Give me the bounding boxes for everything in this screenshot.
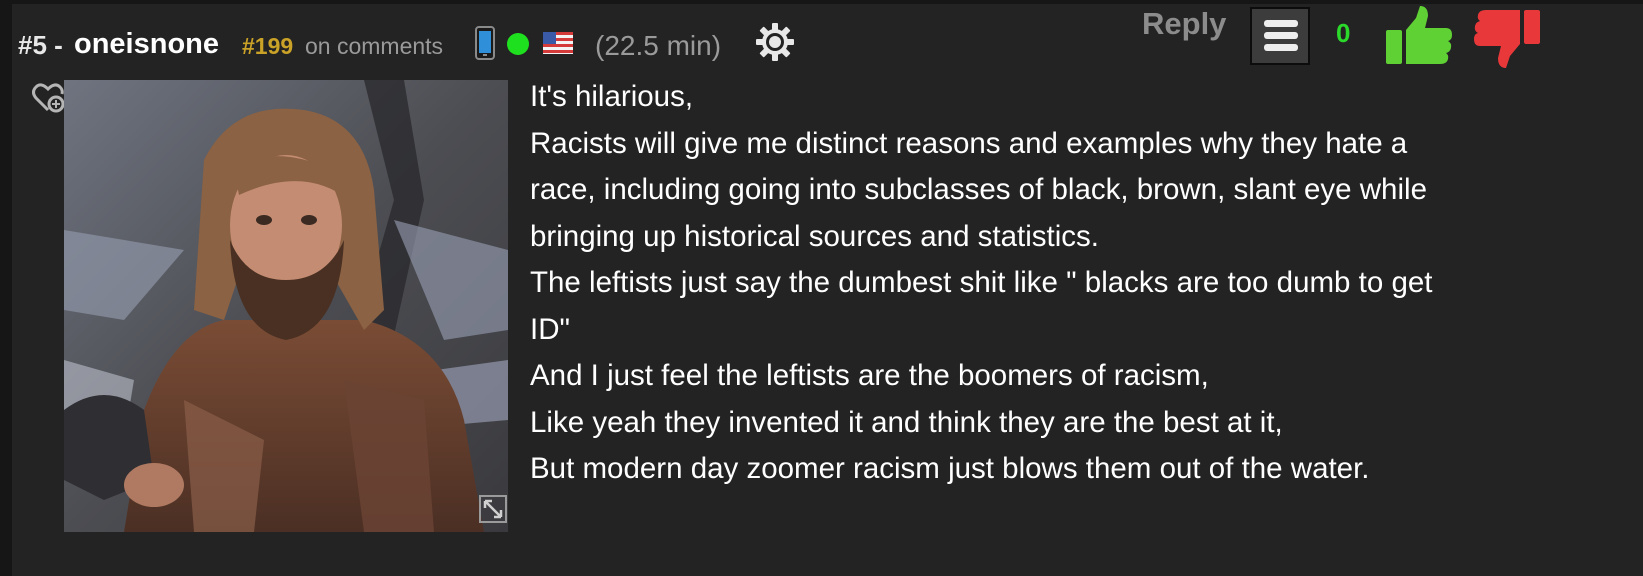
us-flag-icon (543, 32, 573, 59)
rank-suffix: on comments (305, 33, 444, 59)
reply-button[interactable]: Reply (1142, 6, 1226, 42)
comment-line: It's hilarious, (530, 80, 694, 113)
comment-line: bringing up historical sources and stati… (530, 219, 1099, 253)
expand-icon[interactable] (479, 495, 507, 528)
comment-line: race, including going into subclasses of… (530, 173, 1427, 206)
user-rank[interactable]: #199 (242, 33, 293, 60)
thumbs-up-icon[interactable] (1382, 4, 1454, 73)
comment-line: Racists will give me distinct reasons an… (530, 126, 1408, 160)
comment-line: And I just feel the leftists are the boo… (530, 359, 1209, 392)
comment-number: #5 - (18, 30, 63, 60)
comment-line: But modern day zoomer racism just blows … (530, 452, 1370, 485)
phone-icon (474, 26, 496, 65)
username-link[interactable]: oneisnone (74, 28, 219, 61)
comment-time: (22.5 min) (595, 30, 722, 61)
comment-body: It's hilarious, Racists will give me dis… (530, 74, 1560, 493)
hamburger-menu-button[interactable] (1250, 7, 1310, 65)
online-status-dot (507, 33, 529, 55)
comment-line: ID" (530, 312, 570, 346)
comment-header: #5 - oneisnone #199 on comments (22.5 mi… (12, 4, 1643, 74)
comment-line: The leftists just say the dumbest shit l… (530, 266, 1433, 299)
thumbs-down-icon[interactable] (1472, 6, 1544, 77)
gear-icon[interactable] (755, 22, 795, 67)
vote-score: 0 (1336, 18, 1351, 48)
heart-icon[interactable] (32, 82, 66, 119)
avatar[interactable] (64, 80, 508, 532)
comment-card: #5 - oneisnone #199 on comments (22.5 mi… (0, 0, 1643, 576)
comment-line: Like yeah they invented it and think the… (530, 405, 1283, 439)
